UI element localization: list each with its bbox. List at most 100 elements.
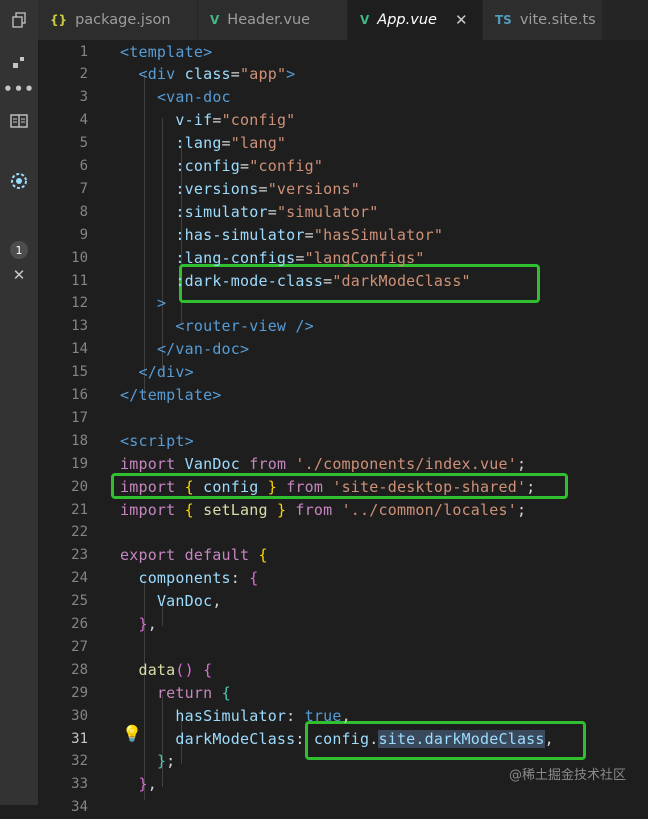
code-token: { — [258, 546, 268, 565]
code-token: : — [230, 569, 250, 588]
code-token: "lang" — [230, 134, 287, 153]
tab-vite-site-ts[interactable]: TS vite.site.ts — [483, 0, 603, 40]
tab-app-vue[interactable]: V App.vue ✕ — [348, 0, 483, 40]
code-line[interactable]: 7 :versions="versions" — [38, 177, 648, 200]
code-token: :simulator — [175, 202, 268, 221]
line-number: 22 — [71, 524, 88, 541]
code-text: darkModeClass: config.site.darkModeClass… — [120, 729, 554, 748]
code-text: </van-doc> — [120, 340, 249, 358]
code-text: :dark-mode-class="darkModeClass" — [120, 272, 471, 290]
line-number: 13 — [71, 318, 88, 335]
line-number: 33 — [71, 776, 88, 793]
line-number: 2 — [79, 66, 88, 83]
code-editor[interactable]: 💡 1 <template> 2 <div class="app"> 3 <van-d… — [38, 40, 648, 815]
line-number: 7 — [79, 180, 88, 197]
code-line[interactable]: 11 :dark-mode-class="darkModeClass" — [38, 269, 648, 292]
code-line[interactable]: 23 export default { — [38, 544, 648, 567]
code-line[interactable]: 22 — [38, 521, 648, 544]
code-line[interactable]: 28 data() { — [38, 658, 648, 681]
code-text: <script> — [120, 432, 194, 450]
copy-icon[interactable] — [0, 5, 38, 35]
code-line[interactable]: 30 hasSimulator: true, — [38, 704, 648, 727]
code-token: :dark-mode-class — [175, 271, 324, 290]
settings-sync-icon[interactable] — [0, 166, 38, 196]
code-token: from — [286, 477, 333, 496]
code-line[interactable]: 15 </div> — [38, 361, 648, 384]
code-token: "config" — [249, 157, 324, 175]
close-icon[interactable]: ✕ — [0, 260, 38, 290]
line-number: 31 — [71, 730, 88, 747]
code-line[interactable]: 20 import { config } from 'site-desktop-s… — [38, 475, 648, 498]
code-line[interactable]: 14 </van-doc> — [38, 338, 648, 361]
code-token: { — [184, 477, 204, 496]
code-text: <div class="app"> — [120, 65, 295, 83]
code-text: :has-simulator="hasSimulator" — [120, 226, 443, 244]
code-line[interactable]: 12 > — [38, 292, 648, 315]
code-token: = — [304, 225, 314, 244]
code-token: </div> — [138, 363, 194, 382]
tab-header-vue[interactable]: V Header.vue — [198, 0, 348, 40]
code-line[interactable]: 8 :simulator="simulator" — [38, 200, 648, 223]
code-line[interactable]: 13 <router-view /> — [38, 315, 648, 338]
code-text: components: { — [120, 569, 258, 587]
code-line[interactable]: 18 <script> — [38, 429, 648, 452]
line-number: 5 — [79, 135, 88, 152]
code-line[interactable]: 24 components: { — [38, 567, 648, 590]
code-line[interactable]: 5 :lang="lang" — [38, 132, 648, 155]
code-line[interactable]: 19 import VanDoc from './components/index… — [38, 452, 648, 475]
code-token: :lang — [175, 134, 222, 153]
code-line[interactable]: 25 VanDoc, — [38, 590, 648, 613]
code-text: }, — [120, 775, 157, 793]
code-line[interactable]: 29 return { — [38, 681, 648, 704]
code-line[interactable]: 27 — [38, 635, 648, 658]
more-icon[interactable]: ••• — [0, 74, 38, 104]
code-line[interactable]: 21 import { setLang } from '../common/loc… — [38, 498, 648, 521]
code-line[interactable]: 9 :has-simulator="hasSimulator" — [38, 223, 648, 246]
line-number: 29 — [71, 684, 88, 701]
code-token: > — [286, 65, 296, 84]
line-number: 19 — [71, 455, 88, 472]
code-token: v-if — [175, 111, 213, 130]
book-icon[interactable] — [0, 106, 38, 136]
code-text: </template> — [120, 386, 222, 404]
code-text: :simulator="simulator" — [120, 203, 378, 221]
code-token: 'site-desktop-shared' — [332, 477, 527, 496]
code-line[interactable]: 4 v-if="config" — [38, 109, 648, 132]
line-number: 20 — [71, 478, 88, 495]
code-token: VanDoc — [156, 592, 213, 611]
code-token: :config — [175, 157, 241, 175]
code-token: = — [323, 271, 333, 290]
code-token: </van-doc> — [156, 340, 250, 359]
code-token: } — [156, 752, 167, 771]
code-token: import — [120, 477, 185, 496]
code-line[interactable]: 6 :config="config" — [38, 155, 648, 178]
code-token: () — [175, 660, 194, 679]
code-line[interactable]: 3 <van-doc — [38, 86, 648, 109]
tab-label: package.json — [75, 12, 171, 28]
code-line[interactable]: 31 darkModeClass: config.site.darkModeCl… — [38, 727, 648, 750]
tab-package-json[interactable]: {} package.json — [38, 0, 198, 40]
code-token: import — [120, 500, 185, 519]
code-line[interactable]: 10 :lang-configs="langConfigs" — [38, 246, 648, 269]
code-token: :has-simulator — [175, 225, 305, 244]
code-token: , — [544, 729, 554, 748]
code-line[interactable]: 16 </template> — [38, 384, 648, 407]
tab-close-icon[interactable]: ✕ — [455, 11, 468, 29]
code-line[interactable]: 26 }, — [38, 613, 648, 636]
code-token: ; — [516, 454, 527, 473]
code-text: :versions="versions" — [120, 180, 360, 198]
code-line[interactable]: 2 <div class="app"> — [38, 63, 648, 86]
code-line[interactable]: 34 — [38, 796, 648, 819]
watermark: @稀土掘金技术社区 — [508, 768, 626, 783]
code-line[interactable]: 17 — [38, 406, 648, 429]
code-token: return — [156, 683, 222, 702]
line-number: 26 — [71, 616, 88, 632]
code-line[interactable]: 1 <template> — [38, 40, 648, 63]
